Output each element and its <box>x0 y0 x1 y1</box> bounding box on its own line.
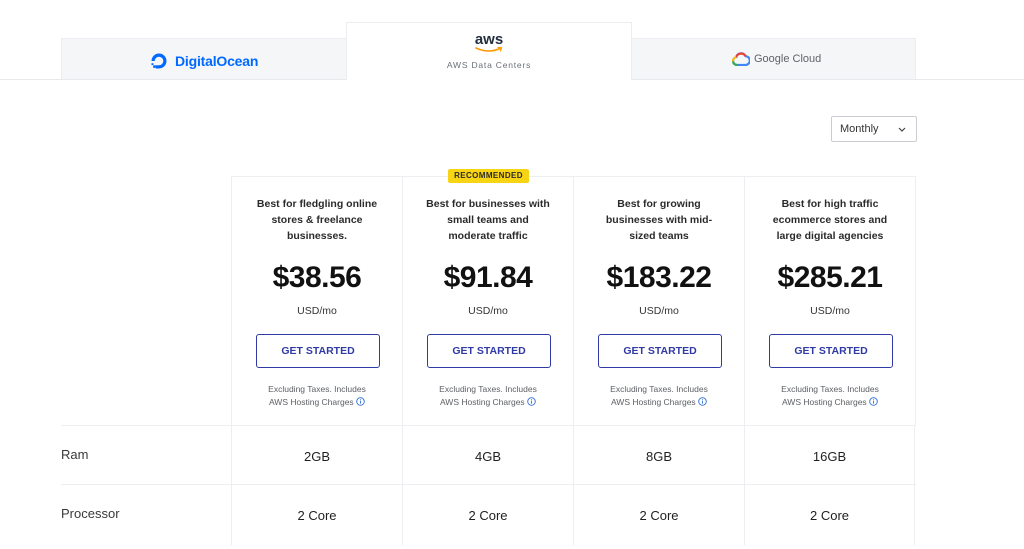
plan-card: Best for businesses with small teams and… <box>403 177 574 426</box>
digitalocean-logo-icon <box>151 53 167 69</box>
plan-price-unit: USD/mo <box>810 305 850 317</box>
get-started-button[interactable]: GET STARTED <box>427 334 551 368</box>
spec-cell: 2 Core <box>744 485 915 545</box>
spec-cell: 16GB <box>744 426 915 486</box>
plan-card: Best for high traffic ecommerce stores a… <box>745 177 916 426</box>
spec-cell: 2 Core <box>573 485 744 545</box>
spec-label: Processor <box>61 506 120 521</box>
billing-period-value: Monthly <box>840 123 879 135</box>
tab-digitalocean[interactable]: DigitalOcean <box>149 51 258 71</box>
plan-note: Excluding Taxes. Includes AWS Hosting Ch… <box>413 383 563 409</box>
spec-label: Ram <box>61 447 89 462</box>
spec-cell: 2 Core <box>402 485 573 545</box>
tab-aws-label: AWS Data Centers <box>446 60 532 70</box>
plan-price-unit: USD/mo <box>297 305 337 317</box>
plan-card: Best for fledgling online stores & freel… <box>232 177 403 426</box>
plan-price-unit: USD/mo <box>468 305 508 317</box>
plan-note: Excluding Taxes. Includes AWS Hosting Ch… <box>584 383 734 409</box>
plan-note: Excluding Taxes. Includes AWS Hosting Ch… <box>242 383 392 409</box>
tab-digitalocean-label: DigitalOcean <box>175 53 259 69</box>
plan-price: $91.84 <box>443 261 533 294</box>
plan-note-line1: Excluding Taxes. Includes <box>610 384 708 394</box>
info-icon[interactable] <box>356 397 365 406</box>
plan-price-unit: USD/mo <box>639 305 679 317</box>
get-started-button[interactable]: GET STARTED <box>769 334 893 368</box>
tab-aws[interactable]: aws AWS Data Centers <box>346 22 632 80</box>
plan-note: Excluding Taxes. Includes AWS Hosting Ch… <box>755 383 905 409</box>
plan-note-line1: Excluding Taxes. Includes <box>268 384 366 394</box>
provider-tabs: DigitalOcean aws AWS Data Centers Google… <box>61 22 916 80</box>
recommended-badge: RECOMMENDED <box>448 169 529 183</box>
spec-cell: 4GB <box>402 426 573 486</box>
plan-note-line1: Excluding Taxes. Includes <box>439 384 537 394</box>
plan-description: Best for businesses with small teams and… <box>426 198 550 242</box>
chevron-down-icon <box>898 127 906 132</box>
info-icon[interactable] <box>527 397 536 406</box>
plan-note-line2: AWS Hosting Charges <box>781 397 867 407</box>
aws-logo-icon: aws <box>474 31 504 48</box>
plan-note-line2: AWS Hosting Charges <box>439 397 525 407</box>
pricing-plans: Best for fledgling online stores & freel… <box>231 176 916 426</box>
plan-note-line1: Excluding Taxes. Includes <box>781 384 879 394</box>
info-icon[interactable] <box>698 397 707 406</box>
spec-cell: 2GB <box>231 426 402 486</box>
plan-price: $285.21 <box>777 261 883 294</box>
tab-googlecloud[interactable]: Google Cloud <box>732 52 821 66</box>
spec-cell: 2 Core <box>231 485 402 545</box>
plan-description: Best for high traffic ecommerce stores a… <box>772 198 888 242</box>
plan-note-line2: AWS Hosting Charges <box>268 397 354 407</box>
spec-row-processor: Processor 2 Core 2 Core 2 Core 2 Core <box>61 484 916 545</box>
plan-card: Best for growing businesses with mid-siz… <box>574 177 745 426</box>
tab-googlecloud-label: Google Cloud <box>754 53 822 65</box>
spec-row-ram: Ram 2GB 4GB 8GB 16GB <box>61 425 916 486</box>
plan-price: $38.56 <box>272 261 362 294</box>
billing-period-select[interactable]: Monthly <box>831 116 917 142</box>
get-started-button[interactable]: GET STARTED <box>598 334 722 368</box>
plan-description: Best for fledgling online stores & freel… <box>256 198 378 242</box>
info-icon[interactable] <box>869 397 878 406</box>
plan-description: Best for growing businesses with mid-siz… <box>605 198 713 242</box>
google-cloud-logo-icon <box>732 52 750 66</box>
spec-cell: 8GB <box>573 426 744 486</box>
plan-price: $183.22 <box>606 261 712 294</box>
get-started-button[interactable]: GET STARTED <box>256 334 380 368</box>
plan-note-line2: AWS Hosting Charges <box>610 397 696 407</box>
